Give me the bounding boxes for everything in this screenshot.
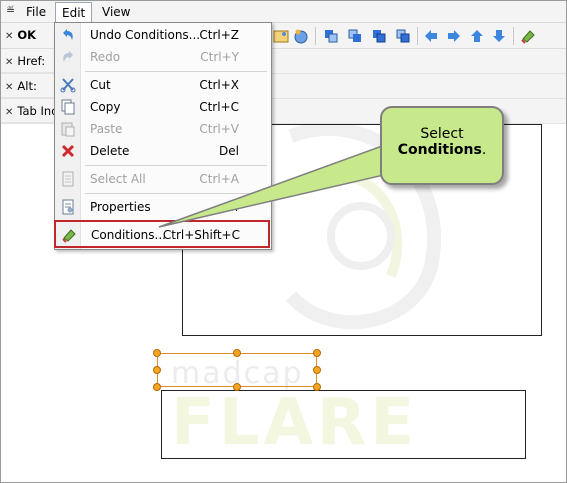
menu-item-label: Paste [90,122,123,136]
menu-item-shortcut: Ctrl+Y [200,50,239,64]
select-all-icon [62,171,74,187]
menu-separator [85,193,267,194]
menu-item-shortcut: Ctrl+A [199,172,239,186]
resize-handle-e[interactable] [313,366,321,374]
menu-item-shortcut: Ctrl+C [199,100,239,114]
undo-icon [63,29,73,40]
paste-icon [61,122,75,137]
callout-suffix: . [481,142,487,158]
menu-item-delete[interactable]: Delete Del [55,140,271,162]
toolbar-separator [513,27,514,45]
resize-handle-nw[interactable] [153,349,161,357]
menu-edit[interactable]: Edit [55,2,93,24]
close-icon[interactable]: ✕ [5,31,13,42]
menu-item-cut[interactable]: Cut Ctrl+X [55,74,271,96]
menu-bar: ≝ File Edit View [1,1,566,24]
href-property[interactable]: ✕ Href: [1,49,61,73]
ok-label: OK [17,28,37,42]
menu-item-label: Cut [90,78,111,92]
map-area-icon[interactable] [293,28,309,44]
toolbar-separator [315,27,316,45]
menu-item-copy[interactable]: Copy Ctrl+C [55,96,271,118]
close-icon[interactable]: ✕ [5,82,13,93]
menu-item-select-all[interactable]: Select All Ctrl+A [55,168,271,190]
send-backward-icon[interactable] [371,28,387,44]
chevron-down-icon[interactable]: ≝ [6,4,15,17]
arrow-down-icon[interactable] [491,28,507,44]
menu-item-paste[interactable]: Paste Ctrl+V [55,118,271,140]
menu-item-shortcut: Del [219,144,239,158]
conditions-tag-icon[interactable] [520,28,536,44]
arrow-up-icon[interactable] [469,28,485,44]
app-window: madcap FLARE ✕OK Ca ✕Href: [0,0,567,483]
menu-item-shortcut: F4 [224,200,239,214]
resize-handle-se[interactable] [313,383,321,391]
edit-dropdown-menu: Undo Conditions... Ctrl+Z Redo Ctrl+Y Cu… [54,22,272,250]
alt-property[interactable]: ✕ Alt: [1,74,61,98]
content-frame-bottom[interactable] [161,390,526,459]
menu-item-shortcut: Ctrl+V [199,122,239,136]
bring-to-front-icon[interactable] [323,28,339,44]
bring-forward-icon[interactable] [347,28,363,44]
conditions-highlight-frame [54,220,270,248]
menu-item-label: Copy [90,100,121,114]
tab-index-label: Tab Ind [17,104,59,118]
arrow-right-icon[interactable] [446,28,462,44]
href-label: Href: [17,54,46,68]
resize-handle-s[interactable] [233,383,241,391]
callout-line1: Select [420,126,464,142]
menu-item-redo[interactable]: Redo Ctrl+Y [55,46,271,68]
redo-icon [63,51,73,62]
toolbar-separator [417,27,418,45]
resize-handle-n[interactable] [233,349,241,357]
resize-handle-ne[interactable] [313,349,321,357]
instruction-callout: Select Conditions. [380,106,504,185]
ok-button[interactable]: ✕OK Ca [1,23,61,68]
arrow-left-icon[interactable] [423,28,439,44]
menu-item-label: Properties [90,200,151,214]
menu-item-label: Undo Conditions... [90,28,201,42]
menu-item-shortcut: Ctrl+X [199,78,239,92]
menu-separator [85,165,267,166]
delete-x-icon [61,144,75,158]
send-to-back-icon[interactable] [395,28,411,44]
close-icon[interactable]: ✕ [5,57,13,68]
scissors-icon [60,78,76,93]
callout-line2: Conditions [397,142,482,158]
menu-item-label: Redo [90,50,121,64]
alt-label: Alt: [17,79,37,93]
close-icon[interactable]: ✕ [5,107,13,118]
menu-separator [85,71,267,72]
tab-index-property[interactable]: ✕ Tab Ind [1,99,61,123]
image-icon[interactable] [273,28,289,44]
menu-item-label: Delete [90,144,130,158]
copy-icon [61,99,75,115]
menu-item-shortcut: Ctrl+Z [199,28,239,42]
resize-handle-sw[interactable] [153,383,161,391]
menu-item-undo[interactable]: Undo Conditions... Ctrl+Z [55,24,271,46]
menu-item-label: Select All [90,172,146,186]
menu-view[interactable]: View [96,2,136,22]
properties-icon [62,199,74,215]
selected-image-element[interactable] [157,353,317,387]
resize-handle-w[interactable] [153,366,161,374]
menu-item-properties[interactable]: Properties F4 [55,196,271,218]
menu-file[interactable]: File [20,2,52,22]
